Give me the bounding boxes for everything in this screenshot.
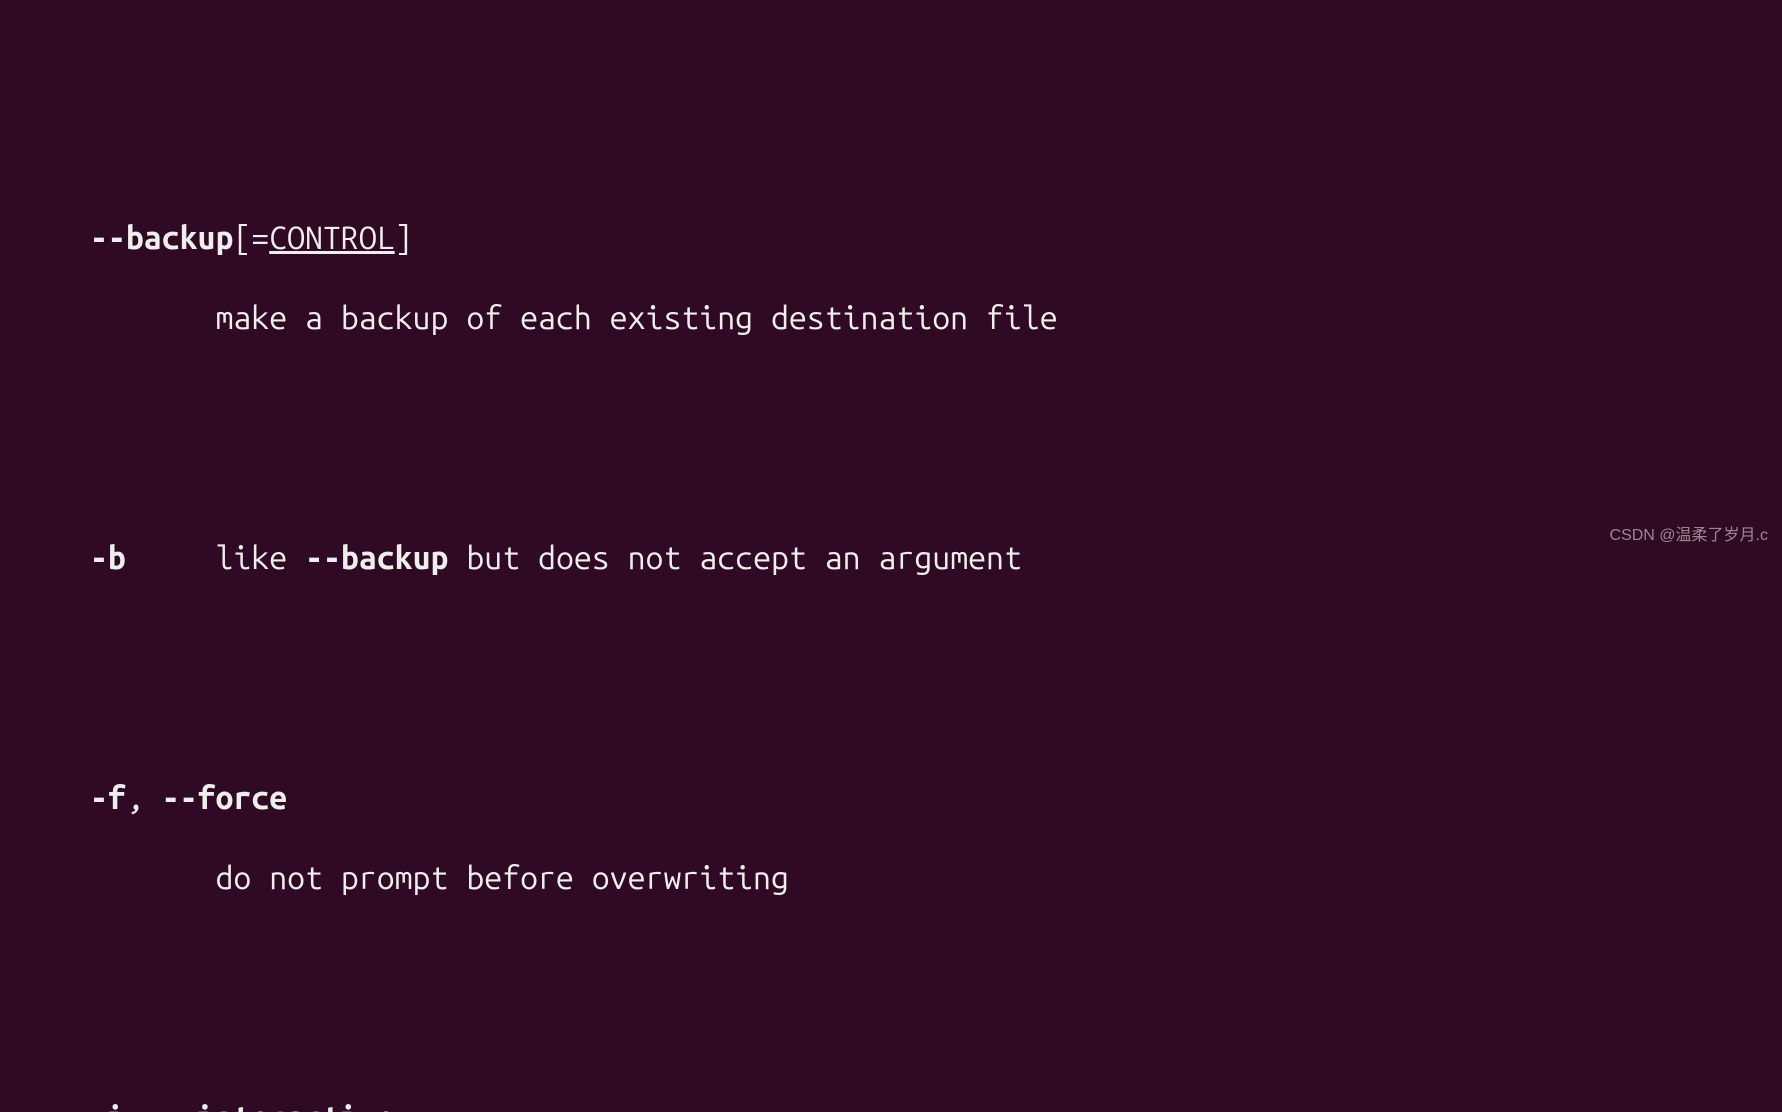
option-interactive: -i, --interactive bbox=[90, 1098, 1782, 1112]
option-backup: --backup[=CONTROL] bbox=[90, 218, 1782, 258]
desc-b-after: but does not accept an argument bbox=[448, 540, 1021, 576]
option-force: -f, --force bbox=[90, 778, 1782, 818]
flag-sep: , bbox=[126, 780, 162, 816]
flag-backup: --backup bbox=[90, 220, 233, 256]
blank-line bbox=[90, 378, 1782, 418]
blank-line bbox=[90, 938, 1782, 978]
option-b: -b like --backup but does not accept an … bbox=[90, 538, 1782, 578]
flag-interactive: --interactive bbox=[162, 1100, 395, 1112]
flag-backup-suffix-close: ] bbox=[395, 220, 413, 256]
desc-force: do not prompt before overwriting bbox=[90, 858, 1782, 898]
flag-force: --force bbox=[162, 780, 287, 816]
watermark: CSDN @温柔了岁月.c bbox=[1610, 526, 1768, 546]
flag-backup-suffix-open: [= bbox=[233, 220, 269, 256]
flag-f: -f bbox=[90, 780, 126, 816]
desc-b-before: like bbox=[215, 540, 305, 576]
desc-b-bold: --backup bbox=[305, 540, 448, 576]
desc-backup: make a backup of each existing destinati… bbox=[90, 298, 1782, 338]
flag-b: -b bbox=[90, 540, 126, 576]
blank-line bbox=[90, 618, 1782, 658]
flag-backup-arg: CONTROL bbox=[269, 220, 394, 256]
flag-sep: , bbox=[126, 1100, 162, 1112]
flag-i: -i bbox=[90, 1100, 126, 1112]
